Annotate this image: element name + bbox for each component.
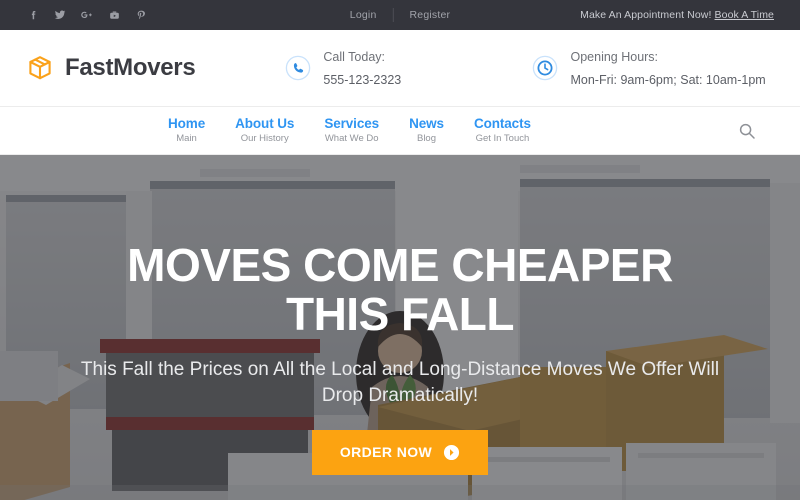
opening-hours-block: Opening Hours: Mon-Fri: 9am-6pm; Sat: 10… bbox=[532, 45, 774, 91]
opening-hours-value: Mon-Fri: 9am-6pm; Sat: 10am-1pm bbox=[570, 73, 766, 87]
nav-items: Home Main About Us Our History Services … bbox=[168, 116, 531, 144]
package-box-icon bbox=[26, 54, 54, 82]
main-navigation: Home Main About Us Our History Services … bbox=[0, 107, 800, 155]
opening-hours-label: Opening Hours: bbox=[570, 49, 659, 64]
order-now-button[interactable]: ORDER NOW bbox=[311, 429, 489, 475]
arrow-right-circle-icon bbox=[443, 444, 460, 461]
site-header: FastMovers Call Today: 555-123-2323 Open… bbox=[0, 30, 800, 107]
top-bar: Login Register Make An Appointment Now! … bbox=[0, 0, 800, 30]
auth-links: Login Register bbox=[334, 8, 466, 22]
clock-icon bbox=[532, 55, 558, 81]
search-icon[interactable] bbox=[738, 122, 756, 140]
hero-subtitle: This Fall the Prices on All the Local an… bbox=[80, 359, 720, 406]
opening-hours-text: Opening Hours: Mon-Fri: 9am-6pm; Sat: 10… bbox=[570, 45, 774, 91]
nav-item-home-title: Home bbox=[168, 116, 206, 132]
hero-banner: MOVES COME CHEAPER THIS FALL This Fall t… bbox=[0, 155, 800, 500]
nav-item-about-us-title: About Us bbox=[235, 116, 295, 132]
logo-text: FastMovers bbox=[65, 54, 196, 81]
hero-content: MOVES COME CHEAPER THIS FALL This Fall t… bbox=[0, 155, 800, 500]
nav-item-contacts-title: Contacts bbox=[473, 116, 531, 132]
facebook-icon[interactable] bbox=[26, 8, 40, 22]
nav-item-home-subtitle: Main bbox=[176, 132, 197, 144]
logo[interactable]: FastMovers bbox=[26, 54, 196, 82]
nav-item-services[interactable]: Services What We Do bbox=[324, 116, 379, 144]
youtube-icon[interactable] bbox=[107, 8, 121, 22]
nav-item-about-us-subtitle: Our History bbox=[240, 132, 289, 144]
call-today-label: Call Today: bbox=[323, 49, 385, 64]
nav-item-contacts-subtitle: Get In Touch bbox=[475, 132, 530, 144]
hero-title: MOVES COME CHEAPER THIS FALL bbox=[127, 239, 673, 341]
appointment-banner: Make An Appointment Now! Book A Time bbox=[580, 9, 782, 21]
nav-item-home[interactable]: Home Main bbox=[168, 116, 205, 144]
register-link[interactable]: Register bbox=[394, 9, 467, 21]
nav-item-news-subtitle: Blog bbox=[416, 132, 436, 144]
call-today-text: Call Today: 555-123-2323 bbox=[323, 45, 420, 91]
book-a-time-link[interactable]: Book A Time bbox=[715, 9, 774, 21]
nav-item-contacts[interactable]: Contacts Get In Touch bbox=[474, 116, 531, 144]
google-plus-icon[interactable] bbox=[80, 8, 94, 22]
nav-item-news-title: News bbox=[409, 116, 444, 132]
nav-item-services-title: Services bbox=[324, 116, 380, 132]
phone-number[interactable]: 555-123-2323 bbox=[323, 73, 401, 87]
phone-icon bbox=[285, 55, 311, 81]
pinterest-icon[interactable] bbox=[134, 8, 148, 22]
order-now-label: ORDER NOW bbox=[339, 444, 433, 461]
appointment-text: Make An Appointment Now! bbox=[580, 9, 712, 21]
call-today-block: Call Today: 555-123-2323 bbox=[285, 45, 420, 91]
nav-item-services-subtitle: What We Do bbox=[324, 132, 379, 144]
twitter-icon[interactable] bbox=[53, 8, 67, 22]
nav-item-about-us[interactable]: About Us Our History bbox=[235, 116, 294, 144]
social-links bbox=[26, 8, 148, 22]
login-link[interactable]: Login bbox=[334, 9, 393, 21]
nav-item-news[interactable]: News Blog bbox=[409, 116, 444, 144]
